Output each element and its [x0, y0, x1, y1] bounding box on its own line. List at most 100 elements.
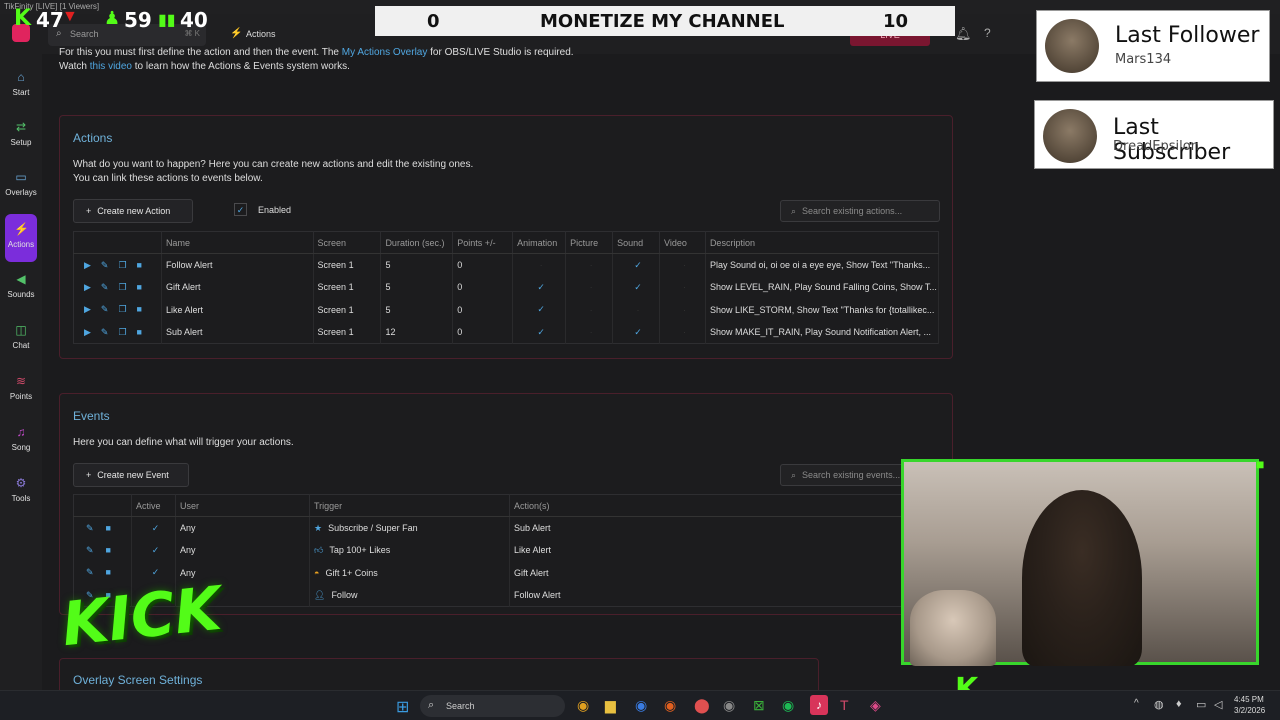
action-screen: Screen 1 — [313, 298, 382, 321]
speaker-icon: ◀ — [16, 272, 26, 286]
delete-icon[interactable]: ■ — [106, 545, 115, 555]
row-tools: ▶ ✎ ❐ ■ — [73, 321, 162, 344]
sidebar-item-points[interactable]: ≋ Points — [0, 366, 42, 414]
goal-overlay: 0 MONETIZE MY CHANNEL 10 — [375, 6, 955, 36]
clock-time[interactable]: 4:45 PM — [1234, 695, 1264, 704]
intro-line-2: Watch this video to learn how the Action… — [59, 61, 350, 72]
sidebar: ⌂ Start ⇄ Setup ▭ Overlays ⚡ Actions ◀ Sounds… — [0, 54, 42, 690]
copy-icon[interactable]: ❐ — [118, 327, 130, 337]
chrome-icon[interactable]: ◉ — [577, 697, 589, 714]
table-header[interactable]: Action(s) — [509, 494, 903, 517]
active-check-icon[interactable]: ✓ — [131, 516, 176, 539]
enabled-label: Enabled — [258, 205, 292, 215]
play-icon[interactable]: ▶ — [84, 282, 95, 292]
delete-icon[interactable]: ■ — [106, 523, 115, 533]
table-header[interactable]: Points +/- — [452, 231, 514, 254]
delete-icon[interactable]: ■ — [137, 260, 146, 270]
tiktok-live-icon[interactable]: ♪ — [810, 695, 828, 715]
firefox-icon[interactable]: ◉ — [664, 697, 676, 714]
create-event-button[interactable]: + Create new Event — [73, 463, 189, 487]
microphone-icon[interactable]: ♦ — [1176, 698, 1182, 710]
delete-icon[interactable]: ■ — [137, 327, 146, 337]
events-desc: Here you can define what will trigger yo… — [73, 437, 294, 448]
delete-icon[interactable]: ■ — [137, 282, 146, 292]
down-arrow-icon: ▼ — [62, 8, 78, 25]
sidebar-item-label: Overlays — [5, 188, 37, 197]
play-icon[interactable]: ▶ — [84, 260, 95, 270]
edit-icon[interactable]: ✎ — [101, 260, 113, 270]
sidebar-item-start[interactable]: ⌂ Start — [0, 62, 42, 110]
my-actions-overlay-link[interactable]: My Actions Overlay — [342, 47, 428, 58]
table-header[interactable]: Description — [705, 231, 940, 254]
delete-icon[interactable]: ■ — [137, 304, 146, 314]
copy-icon[interactable]: ❐ — [118, 304, 130, 314]
this-video-link[interactable]: this video — [90, 61, 132, 72]
volume-icon[interactable]: ◁ — [1214, 698, 1222, 711]
tikfinity-icon[interactable]: T — [840, 697, 849, 713]
play-icon[interactable]: ▶ — [84, 327, 95, 337]
table-header[interactable]: Sound — [612, 231, 661, 254]
table-header[interactable]: Screen — [313, 231, 382, 254]
chevron-up-icon[interactable]: ^ — [1134, 698, 1139, 709]
table-header[interactable]: User — [175, 494, 310, 517]
table-header[interactable]: Trigger — [309, 494, 510, 517]
table-header[interactable]: Active — [131, 494, 176, 517]
row-tools: ▶ ✎ ❐ ■ — [73, 298, 162, 321]
sound-check-icon: ✓ — [612, 321, 661, 344]
search-actions-input[interactable]: ⌕ Search existing actions... — [780, 200, 940, 222]
action-name: Like Alert — [161, 298, 314, 321]
clock-date[interactable]: 3/2/2026 — [1234, 706, 1265, 715]
sidebar-item-song[interactable]: ♫ Song — [0, 417, 42, 465]
table-header[interactable]: Picture — [565, 231, 614, 254]
active-check-icon[interactable]: ✓ — [131, 539, 176, 562]
sidebar-item-label: Tools — [11, 494, 31, 503]
edit-icon[interactable]: ✎ — [101, 327, 113, 337]
app-icon[interactable]: ◈ — [870, 697, 881, 714]
table-header[interactable]: Name — [161, 231, 314, 254]
sidebar-item-overlays[interactable]: ▭ Overlays — [0, 162, 42, 210]
edit-icon[interactable]: ✎ — [86, 523, 98, 533]
enabled-checkbox[interactable]: ✓ — [234, 203, 247, 216]
sidebar-item-chat[interactable]: ◫ Chat — [0, 315, 42, 363]
spotify-icon[interactable]: ◉ — [782, 697, 794, 714]
display-icon[interactable]: ▭ — [1196, 698, 1206, 711]
action-points: 0 — [452, 276, 514, 299]
table-header[interactable]: Animation — [512, 231, 567, 254]
copy-icon[interactable]: ❐ — [118, 260, 130, 270]
picture-check-icon: · — [565, 321, 614, 344]
table-header[interactable]: Duration (sec.) — [380, 231, 454, 254]
play-icon[interactable]: ▶ — [84, 304, 95, 314]
folder-icon[interactable]: ▆ — [605, 697, 616, 714]
sidebar-item-setup[interactable]: ⇄ Setup — [0, 112, 42, 160]
windows-start-icon[interactable]: ⊞ — [396, 697, 409, 717]
create-action-button[interactable]: + Create new Action — [73, 199, 193, 223]
obs-icon[interactable]: ◉ — [723, 697, 735, 714]
edit-icon[interactable]: ✎ — [101, 304, 113, 314]
webcam-child — [910, 590, 996, 666]
coins-icon: ◓ — [314, 567, 320, 578]
table-header[interactable]: Video — [659, 231, 706, 254]
network-icon[interactable]: ◍ — [1154, 698, 1164, 711]
action-screen: Screen 1 — [313, 253, 382, 276]
edit-icon[interactable]: ✎ — [101, 282, 113, 292]
bolt-icon: ⚡ — [230, 28, 243, 39]
tools-icon: ⚙ — [15, 476, 27, 490]
create-event-label: Create new Event — [97, 470, 169, 480]
sidebar-item-actions[interactable]: ⚡ Actions — [5, 214, 37, 262]
notification-bell-icon[interactable]: 🔔︎ — [955, 26, 972, 42]
copy-icon[interactable]: ❐ — [118, 282, 130, 292]
animation-check-icon: ✓ — [512, 276, 567, 299]
xbox-icon[interactable]: ⊠ — [753, 697, 765, 714]
edit-icon[interactable]: ✎ — [86, 545, 98, 555]
section-label: Actions — [246, 29, 276, 39]
action-duration: 12 — [380, 321, 454, 344]
messenger-icon[interactable]: ◉ — [635, 697, 647, 714]
taskbar-search[interactable]: ⌕ Search — [420, 695, 565, 717]
table-row: ▶ ✎ ❐ ■ Sub Alert Screen 1 12 0 ✓ · ✓ · Show MAKE_IT… — [73, 321, 940, 344]
sidebar-item-sounds[interactable]: ◀ Sounds — [0, 264, 42, 312]
sidebar-item-tools[interactable]: ⚙ Tools — [0, 468, 42, 516]
picture-check-icon: · — [565, 298, 614, 321]
maps-icon[interactable]: ⬤ — [694, 697, 710, 714]
help-icon[interactable]: ? — [984, 26, 991, 40]
search-icon: ⌕ — [791, 470, 797, 480]
